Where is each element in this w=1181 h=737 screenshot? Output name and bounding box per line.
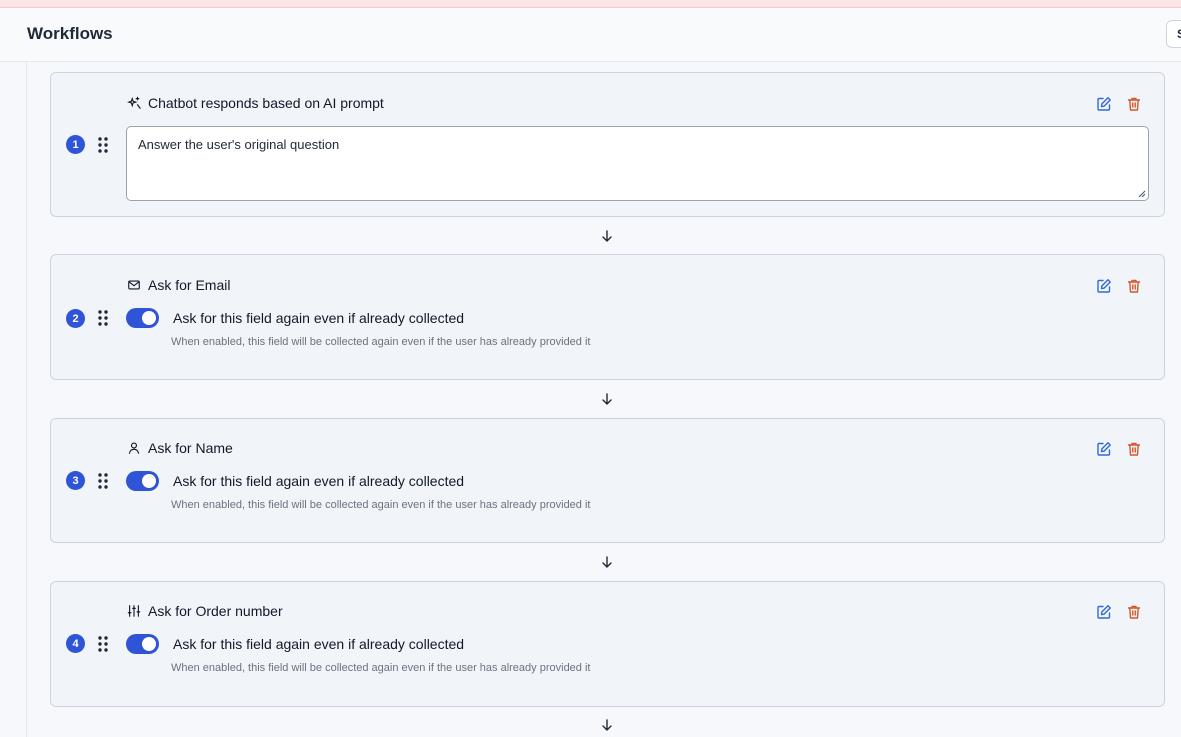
step-actions (1096, 278, 1142, 294)
step-number-badge: 4 (66, 634, 85, 653)
user-icon (128, 442, 140, 454)
arrow-down-icon (602, 719, 612, 731)
step-title: Ask for Email (148, 277, 231, 293)
toggle-label: Ask for this field again even if already… (173, 473, 465, 489)
toggle-help-text: When enabled, this field will be collect… (171, 336, 591, 348)
workflow-step-card: Ask for Email 2 Ask for this field again… (50, 254, 1165, 380)
delete-icon[interactable] (1126, 441, 1142, 457)
step-actions (1096, 441, 1142, 457)
step-header: Ask for Email (127, 277, 230, 293)
mail-icon (128, 280, 140, 290)
recollect-toggle[interactable] (126, 634, 159, 654)
arrow-down-icon (602, 230, 612, 242)
step-title: Ask for Name (148, 440, 233, 456)
toggle-knob (142, 474, 156, 488)
edit-icon[interactable] (1096, 96, 1112, 112)
toggle-help-text: When enabled, this field will be collect… (171, 662, 591, 674)
left-rail-divider (26, 62, 27, 737)
step-number-badge: 1 (66, 135, 85, 154)
step-header: Chatbot responds based on AI prompt (127, 95, 384, 111)
page-title: Workflows (27, 24, 113, 43)
edit-icon[interactable] (1096, 441, 1112, 457)
step-header: Ask for Order number (127, 603, 283, 619)
step-title: Chatbot responds based on AI prompt (148, 95, 384, 111)
edit-icon[interactable] (1096, 604, 1112, 620)
header-action-button[interactable]: S (1166, 20, 1181, 48)
toggle-label: Ask for this field again even if already… (173, 310, 465, 326)
workflow-step-card: Ask for Order number 4 Ask for this fiel… (50, 581, 1165, 707)
recollect-toggle[interactable] (126, 308, 159, 328)
step-actions (1096, 604, 1142, 620)
toggle-knob (142, 311, 156, 325)
ai-prompt-value: Answer the user's original question (138, 137, 340, 152)
workflow-step-card: Chatbot responds based on AI prompt 1 An… (50, 72, 1165, 217)
step-number-badge: 2 (66, 309, 85, 328)
toggle-help-text: When enabled, this field will be collect… (171, 499, 591, 511)
toggle-knob (142, 637, 156, 651)
delete-icon[interactable] (1126, 278, 1142, 294)
resize-grip-icon[interactable] (1136, 188, 1146, 198)
step-number-badge: 3 (66, 471, 85, 490)
drag-handle-icon[interactable] (97, 635, 109, 653)
edit-icon[interactable] (1096, 278, 1112, 294)
step-title: Ask for Order number (148, 603, 283, 619)
step-actions (1096, 96, 1142, 112)
drag-handle-icon[interactable] (97, 472, 109, 490)
arrow-down-icon (602, 393, 612, 405)
page-header: Workflows S (0, 8, 1181, 62)
sparkles-icon (127, 96, 141, 109)
toggle-label: Ask for this field again even if already… (173, 636, 465, 652)
delete-icon[interactable] (1126, 96, 1142, 112)
step-header: Ask for Name (127, 440, 233, 456)
recollect-toggle[interactable] (126, 471, 159, 491)
ai-prompt-textarea[interactable]: Answer the user's original question (126, 126, 1149, 201)
arrow-down-icon (602, 556, 612, 568)
drag-handle-icon[interactable] (97, 136, 109, 154)
delete-icon[interactable] (1126, 604, 1142, 620)
drag-handle-icon[interactable] (97, 309, 109, 327)
workflow-step-card: Ask for Name 3 Ask for this field again … (50, 418, 1165, 543)
top-banner-strip (0, 0, 1181, 8)
sliders-icon (127, 605, 141, 617)
